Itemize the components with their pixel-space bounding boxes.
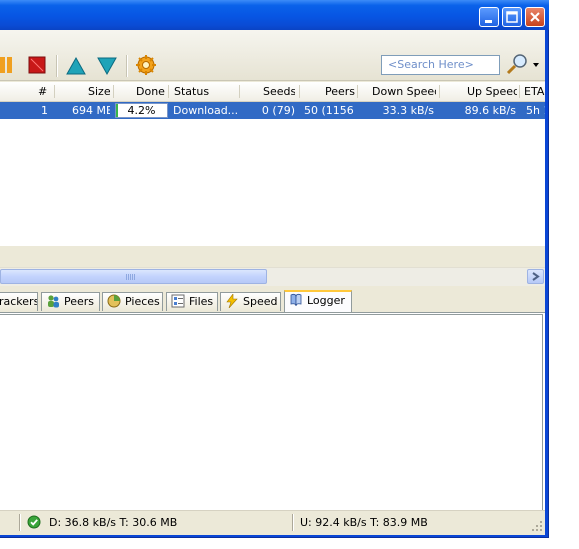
column-header-down-speed[interactable]: Down Speed: [372, 82, 436, 101]
tab-speed[interactable]: Speed: [220, 292, 281, 311]
column-header-index[interactable]: #: [38, 82, 48, 101]
column-divider: [299, 85, 300, 98]
pause-icon[interactable]: [0, 55, 14, 77]
scrollbar-thumb[interactable]: [0, 269, 267, 284]
progress-fill: [116, 104, 119, 117]
title-bar[interactable]: [0, 0, 549, 30]
column-divider: [54, 85, 55, 98]
tab-speed-label: Speed: [243, 295, 278, 308]
column-header-done[interactable]: Done: [136, 82, 166, 101]
preferences-gear-icon[interactable]: [135, 54, 157, 76]
row-index: 1: [41, 104, 48, 117]
detail-tabs: rackers Peers Pieces Files Speed Logger: [0, 290, 545, 313]
row-size: 694 MB: [72, 104, 110, 117]
column-header-peers[interactable]: Peers: [325, 82, 355, 101]
column-divider: [113, 85, 114, 98]
column-divider: [519, 85, 520, 98]
column-header-seeds[interactable]: Seeds: [263, 82, 295, 101]
tab-pieces[interactable]: Pieces: [102, 292, 163, 311]
status-upload: U: 92.4 kB/s T: 83.9 MB: [300, 516, 428, 529]
maximize-button[interactable]: [502, 7, 522, 27]
column-divider: [439, 85, 440, 98]
tab-trackers[interactable]: rackers: [0, 292, 38, 311]
maximize-icon: [506, 11, 518, 23]
tab-files-label: Files: [189, 295, 214, 308]
minimize-button[interactable]: [479, 7, 499, 27]
row-progress-bar: 4.2%: [115, 103, 168, 118]
row-peers: 50 (1156): [304, 104, 354, 117]
horizontal-scrollbar[interactable]: [0, 267, 545, 286]
move-down-icon[interactable]: [96, 55, 118, 77]
tab-trackers-label: rackers: [0, 295, 38, 308]
scroll-right-button[interactable]: [527, 269, 544, 284]
tab-logger-label: Logger: [307, 294, 345, 307]
column-divider: [239, 85, 240, 98]
stop-icon[interactable]: [27, 55, 49, 77]
tab-files[interactable]: Files: [166, 292, 218, 311]
logger-icon: [290, 293, 302, 307]
row-status: Download...: [173, 104, 237, 117]
connection-ok-icon: [27, 515, 41, 529]
speed-icon: [226, 294, 238, 308]
log-text-area[interactable]: [0, 314, 543, 533]
app-window: <Search Here> # Size Done Status Seeds P…: [0, 0, 549, 538]
close-button[interactable]: [525, 7, 545, 27]
tab-peers[interactable]: Peers: [41, 292, 100, 311]
resize-grip-icon[interactable]: [530, 519, 544, 533]
files-icon: [171, 294, 185, 308]
scrollbar-grip: [126, 274, 136, 280]
column-header-status[interactable]: Status: [174, 82, 214, 101]
search-input[interactable]: <Search Here>: [381, 55, 500, 75]
status-bar: D: 36.8 kB/s T: 30.6 MB U: 92.4 kB/s T: …: [0, 510, 545, 535]
status-separator: [19, 514, 21, 531]
logger-panel: [0, 312, 545, 535]
row-eta: 5h 1: [526, 104, 545, 117]
toolbar-separator: [56, 55, 58, 77]
tab-pieces-label: Pieces: [125, 295, 160, 308]
pieces-icon: [107, 294, 121, 308]
search-dropdown-icon[interactable]: [532, 61, 540, 69]
row-up-speed: 89.6 kB/s: [464, 104, 516, 117]
row-done: 4.2%: [127, 104, 156, 117]
scroll-right-arrow-icon: [532, 272, 540, 281]
column-divider: [357, 85, 358, 98]
move-up-icon[interactable]: [65, 55, 87, 77]
status-download: D: 36.8 kB/s T: 30.6 MB: [49, 516, 178, 529]
column-divider: [168, 85, 169, 98]
tab-peers-label: Peers: [64, 295, 95, 308]
column-header-eta[interactable]: ETA: [524, 82, 545, 101]
status-separator: [292, 514, 294, 531]
torrent-list: # Size Done Status Seeds Peers Down Spee…: [0, 82, 545, 246]
row-seeds: 0 (79): [261, 104, 295, 117]
row-down-speed: 33.3 kB/s: [382, 104, 434, 117]
column-header-size[interactable]: Size: [88, 82, 110, 101]
client-area: <Search Here> # Size Done Status Seeds P…: [0, 30, 545, 535]
toolbar: <Search Here>: [0, 30, 545, 81]
table-row[interactable]: 1 694 MB 4.2% Download... 0 (79) 50 (115…: [0, 102, 545, 119]
minimize-icon: [485, 20, 492, 23]
peers-icon: [48, 295, 59, 308]
tab-logger[interactable]: Logger: [284, 290, 352, 313]
column-header-up-speed[interactable]: Up Speed: [467, 82, 517, 101]
close-icon: [530, 12, 540, 22]
list-header: # Size Done Status Seeds Peers Down Spee…: [0, 82, 545, 102]
search-magnifier-icon[interactable]: [505, 53, 531, 75]
toolbar-separator: [126, 55, 128, 77]
